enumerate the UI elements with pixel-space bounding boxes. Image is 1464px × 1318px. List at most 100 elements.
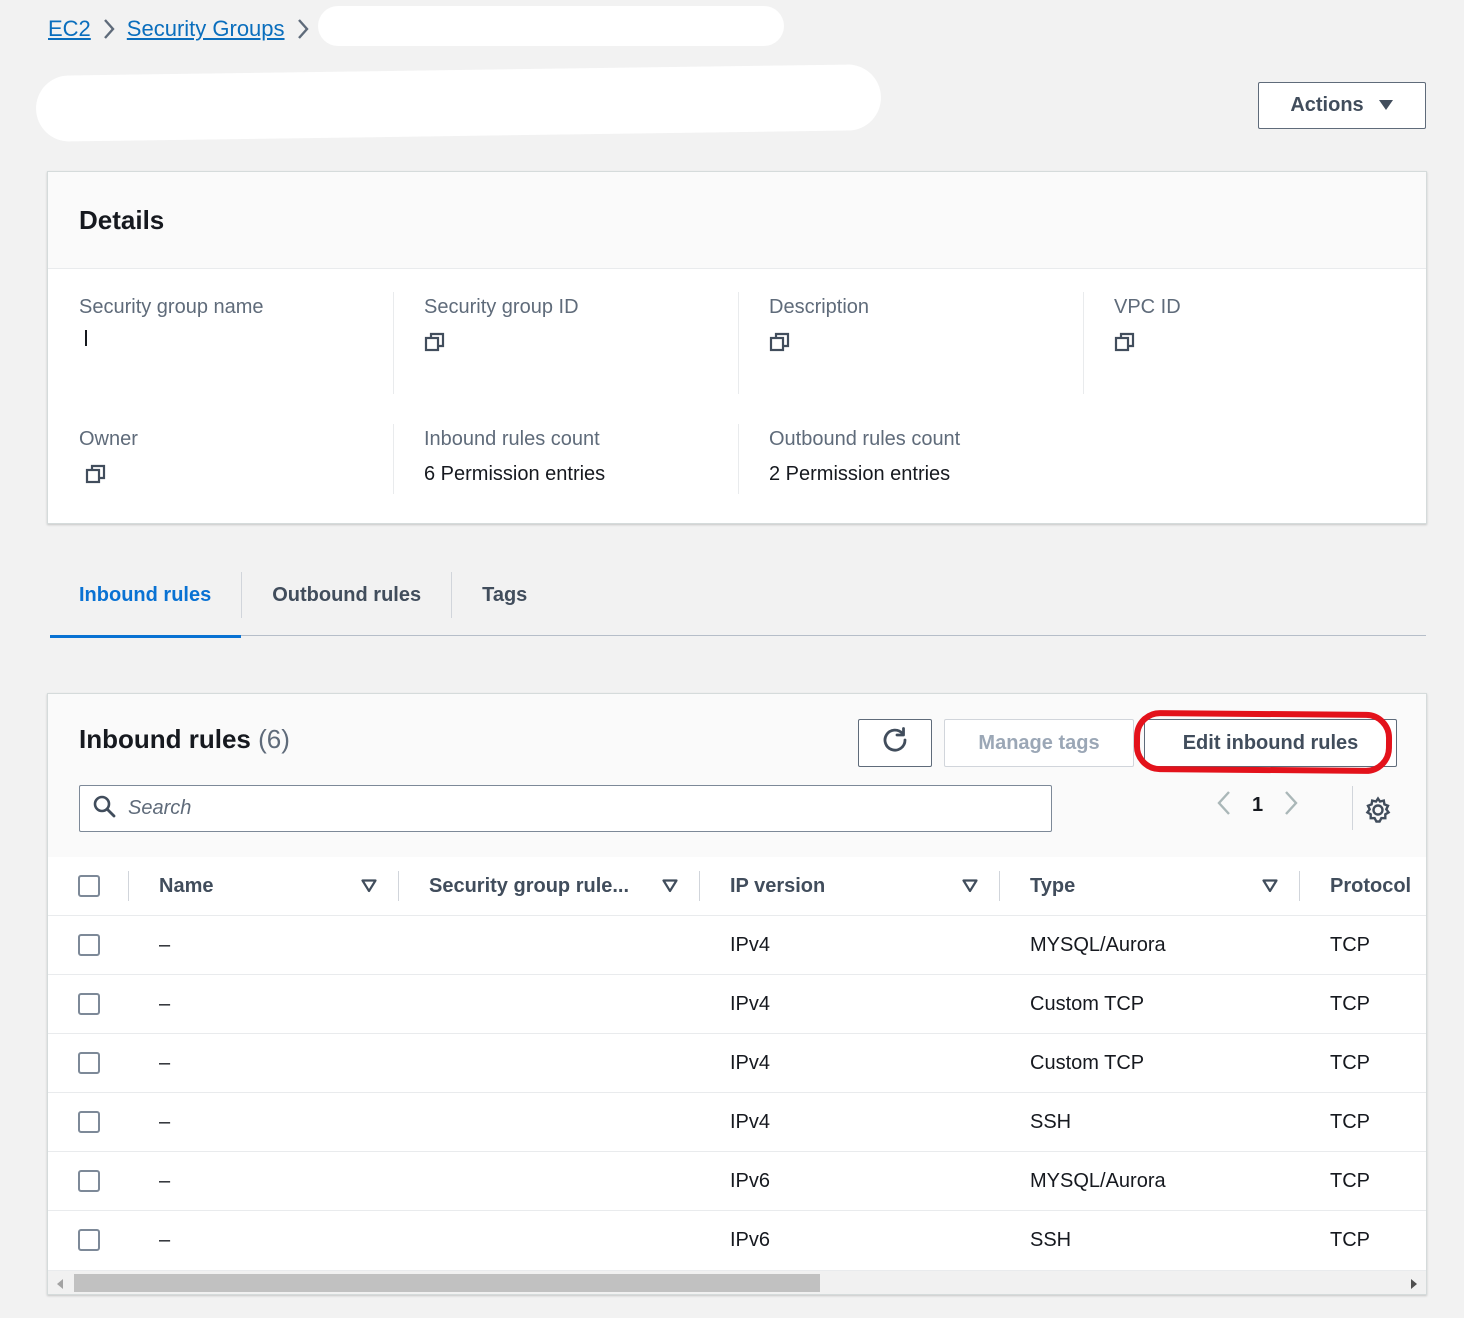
select-all-checkbox[interactable] [78, 875, 100, 897]
row-select-cell [78, 916, 100, 974]
column-divider [398, 871, 399, 901]
column-header-name[interactable]: Name [159, 857, 213, 915]
refresh-button[interactable] [858, 719, 932, 767]
copy-icon[interactable] [769, 331, 791, 353]
scrollbar-thumb[interactable] [74, 1274, 820, 1292]
outbound-count-label: Outbound rules count [769, 428, 961, 450]
previous-page-icon[interactable] [1216, 790, 1232, 821]
inbound-count-value: 6 Permission entries [424, 463, 606, 485]
search-field [79, 785, 1052, 832]
cell-ip-version: IPv4 [730, 1110, 771, 1133]
column-header-ip-version[interactable]: IP version [730, 857, 825, 915]
next-page-icon[interactable] [1283, 790, 1299, 821]
chevron-right-icon [285, 18, 321, 40]
sort-icon[interactable] [361, 879, 377, 898]
rules-count: (6) [258, 724, 290, 754]
redacted-page-title [35, 64, 882, 142]
row-checkbox[interactable] [78, 1170, 100, 1192]
manage-tags-button[interactable]: Manage tags [944, 719, 1134, 767]
copy-icon[interactable] [85, 463, 107, 485]
search-icon [92, 794, 116, 823]
owner-field: Owner [79, 428, 379, 491]
rules-title-text: Inbound rules [79, 724, 251, 754]
row-select-cell [78, 1152, 100, 1210]
redacted-value-glyph [85, 330, 89, 346]
cell-ip-version: IPv4 [730, 1051, 771, 1074]
table-row[interactable]: – IPv4 Custom TCP TCP [48, 975, 1426, 1034]
tab-bar: Inbound rules Outbound rules Tags [50, 570, 1426, 638]
cell-protocol: TCP [1330, 1110, 1370, 1133]
cell-type: Custom TCP [1030, 1051, 1145, 1074]
sg-name-field: Security group name [79, 296, 379, 352]
column-header-protocol[interactable]: Protocol [1330, 857, 1411, 915]
sort-icon[interactable] [1262, 879, 1278, 898]
details-title: Details [79, 204, 165, 235]
cell-ip-version: IPv6 [730, 1169, 771, 1192]
table-row[interactable]: – IPv6 SSH TCP [48, 1211, 1426, 1270]
cell-type: MYSQL/Aurora [1030, 933, 1166, 956]
outbound-count-value: 2 Permission entries [769, 463, 951, 485]
tab-inbound-rules[interactable]: Inbound rules [50, 572, 242, 638]
gear-icon[interactable] [1364, 796, 1392, 829]
cell-protocol: TCP [1330, 933, 1370, 956]
row-select-cell [78, 1034, 100, 1092]
row-select-cell [78, 975, 100, 1033]
cell-ip-version: IPv4 [730, 992, 771, 1015]
row-checkbox[interactable] [78, 1111, 100, 1133]
cell-name: – [159, 1228, 171, 1251]
redacted-breadcrumb [318, 6, 784, 46]
breadcrumb-ec2-link[interactable]: EC2 [48, 16, 91, 42]
column-header-rule-id[interactable]: Security group rule... [429, 857, 629, 915]
sg-id-label: Security group ID [424, 296, 579, 318]
tab-outbound-rules[interactable]: Outbound rules [241, 572, 451, 618]
column-divider [393, 292, 394, 394]
column-divider [999, 871, 1000, 901]
table-row[interactable]: – IPv6 MYSQL/Aurora TCP [48, 1152, 1426, 1211]
details-panel: Details Security group name Security gro… [47, 171, 1427, 524]
details-header: Details [48, 172, 1426, 269]
sg-name-label: Security group name [79, 296, 264, 318]
column-divider [738, 424, 739, 494]
sg-id-field: Security group ID [424, 296, 724, 359]
row-checkbox[interactable] [78, 934, 100, 956]
cell-protocol: TCP [1330, 992, 1370, 1015]
cell-name: – [159, 1169, 171, 1192]
table-row[interactable]: – IPv4 MYSQL/Aurora TCP [48, 916, 1426, 975]
cell-name: – [159, 933, 171, 956]
column-divider [393, 424, 394, 494]
cell-type: Custom TCP [1030, 992, 1145, 1015]
row-checkbox[interactable] [78, 1052, 100, 1074]
copy-icon[interactable] [1114, 331, 1136, 353]
actions-button[interactable]: Actions [1258, 82, 1426, 129]
sort-icon[interactable] [662, 879, 678, 898]
inbound-count-field: Inbound rules count 6 Permission entries [424, 428, 724, 486]
column-divider [1083, 292, 1084, 394]
row-checkbox[interactable] [78, 1229, 100, 1251]
copy-icon[interactable] [424, 331, 446, 353]
vpc-id-label: VPC ID [1114, 296, 1181, 318]
breadcrumb-security-groups-link[interactable]: Security Groups [127, 16, 285, 42]
sort-icon[interactable] [962, 879, 978, 898]
column-header-type[interactable]: Type [1030, 857, 1075, 915]
row-checkbox[interactable] [78, 993, 100, 1015]
rules-title: Inbound rules (6) [79, 724, 290, 755]
table-row[interactable]: – IPv4 SSH TCP [48, 1093, 1426, 1152]
row-select-cell [78, 1093, 100, 1151]
scroll-right-icon[interactable] [1410, 1277, 1418, 1294]
scroll-left-icon[interactable] [56, 1277, 64, 1294]
horizontal-scrollbar[interactable] [48, 1270, 1426, 1294]
pagination: 1 [1216, 790, 1299, 821]
edit-inbound-rules-button[interactable]: Edit inbound rules [1144, 719, 1397, 767]
tab-tags[interactable]: Tags [451, 572, 557, 618]
page-number[interactable]: 1 [1252, 794, 1263, 817]
inbound-count-label: Inbound rules count [424, 428, 600, 450]
vpc-id-field: VPC ID [1114, 296, 1414, 359]
caret-down-icon [1378, 94, 1394, 117]
column-divider [738, 292, 739, 394]
cell-name: – [159, 1110, 171, 1133]
table-row[interactable]: – IPv4 Custom TCP TCP [48, 1034, 1426, 1093]
cell-type: SSH [1030, 1110, 1072, 1133]
column-divider [699, 871, 700, 901]
search-input[interactable] [128, 797, 1028, 820]
column-divider [128, 871, 129, 901]
